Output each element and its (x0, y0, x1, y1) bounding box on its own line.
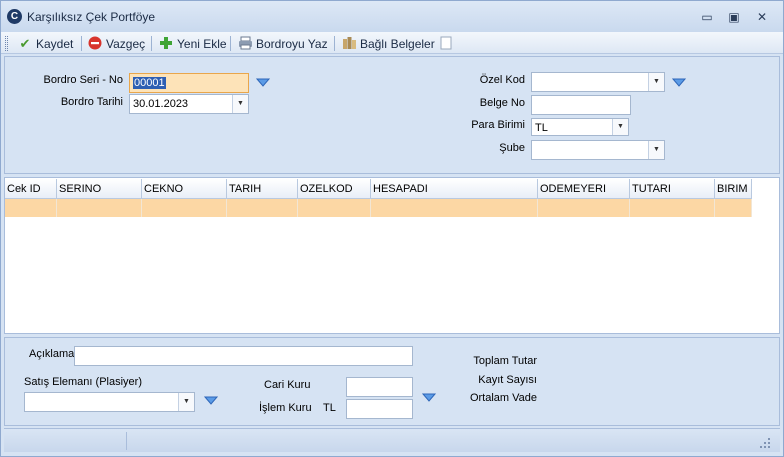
table-cell[interactable] (57, 199, 142, 217)
cancel-button-label: Vazgeç (106, 36, 146, 51)
belge-no-label: Belge No (479, 97, 525, 109)
belge-no-input[interactable] (531, 95, 631, 115)
para-birimi-combo[interactable]: TL ▼ (531, 118, 629, 136)
add-new-button-label: Yeni Ekle (177, 36, 227, 51)
add-new-button[interactable]: Yeni Ekle (158, 35, 227, 52)
bordro-seri-label: Bordro Seri - No (43, 74, 123, 86)
column-header-cekno[interactable]: CEKNO (142, 179, 227, 199)
table-cell[interactable] (142, 199, 227, 217)
document-icon (438, 36, 454, 52)
aciklama-input[interactable] (74, 346, 413, 366)
bordro-seri-value: 00001 (133, 77, 166, 89)
para-birimi-value: TL (535, 122, 548, 134)
toolbar-separator (81, 36, 82, 51)
table-cell[interactable] (371, 199, 538, 217)
satis-elemani-lookup-icon[interactable] (203, 396, 219, 406)
toolbar-separator (334, 36, 335, 51)
kayit-sayisi-label: Kayıt Sayısı (478, 374, 537, 386)
ozel-kod-lookup-icon[interactable] (671, 78, 687, 88)
attachments-icon (341, 36, 357, 52)
title-bar: C Karşılıksız Çek Portföye ▭ ▣ ✕ (1, 1, 783, 32)
printer-icon (237, 36, 253, 52)
chevron-down-icon[interactable]: ▼ (648, 73, 664, 91)
cari-kuru-label: Cari Kuru (264, 379, 311, 391)
print-button-label: Bordroyu Yaz (256, 36, 328, 51)
save-button[interactable]: ✔ Kaydet (17, 35, 74, 52)
satis-elemani-combo[interactable]: ▼ (24, 392, 195, 412)
table-cell[interactable] (538, 199, 630, 217)
satis-elemani-label: Satış Elemanı (Plasiyer) (24, 376, 142, 388)
chevron-down-icon[interactable]: ▼ (648, 141, 664, 159)
chevron-down-icon[interactable]: ▼ (232, 95, 248, 113)
grid-header: Cek ID SERINO CEKNO TARIH OZELKOD HESAPA… (5, 179, 752, 199)
islem-kuru-input[interactable] (346, 399, 413, 419)
chevron-down-icon[interactable]: ▼ (178, 393, 194, 411)
sube-label: Şube (499, 142, 525, 154)
table-cell[interactable] (715, 199, 752, 217)
toolbar-grip[interactable] (5, 36, 8, 51)
column-header-cek-id[interactable]: Cek ID (5, 179, 57, 199)
para-birimi-label: Para Birimi (471, 119, 525, 131)
table-cell[interactable] (5, 199, 57, 217)
chevron-down-icon[interactable]: ▼ (612, 119, 628, 135)
column-header-serino[interactable]: SERINO (57, 179, 142, 199)
main-window: C Karşılıksız Çek Portföye ▭ ▣ ✕ ✔ Kayde… (0, 0, 784, 457)
document-button[interactable] (438, 35, 457, 52)
bordro-tarihi-value: 30.01.2023 (133, 98, 189, 110)
column-header-tutari[interactable]: TUTARI (630, 179, 715, 199)
bordro-tarihi-date-picker[interactable]: 30.01.2023 ▼ (129, 94, 249, 114)
ortalam-vade-label: Ortalam Vade (469, 392, 537, 404)
print-button[interactable]: Bordroyu Yaz (237, 35, 328, 52)
status-bar-separator (126, 432, 127, 450)
checkmark-icon: ✔ (19, 35, 31, 51)
window-title: Karşılıksız Çek Portföye (27, 10, 156, 24)
table-cell[interactable] (630, 199, 715, 217)
minimize-button[interactable]: ▭ (698, 9, 716, 25)
toolbar: ✔ Kaydet Vazgeç Yeni Ekle Bordroyu Yaz B… (1, 32, 783, 54)
column-header-tarih[interactable]: TARIH (227, 179, 298, 199)
column-header-birim[interactable]: BIRIM (715, 179, 752, 199)
islem-kuru-label: İşlem Kuru (259, 402, 312, 414)
column-header-odemeyeri[interactable]: ODEMEYERI (538, 179, 630, 199)
plus-icon (158, 36, 174, 52)
toolbar-separator (230, 36, 231, 51)
kur-lookup-icon[interactable] (421, 393, 437, 403)
checks-grid[interactable]: Cek ID SERINO CEKNO TARIH OZELKOD HESAPA… (4, 177, 780, 334)
toplam-tutar-label: Toplam Tutar (473, 355, 537, 367)
resize-grip-icon[interactable] (759, 437, 771, 452)
bordro-tarihi-label: Bordro Tarihi (60, 96, 123, 108)
islem-kuru-currency: TL (323, 402, 336, 414)
table-row[interactable] (5, 199, 752, 217)
cari-kuru-input[interactable] (346, 377, 413, 397)
bordro-seri-lookup-icon[interactable] (255, 78, 271, 88)
save-button-label: Kaydet (36, 36, 74, 51)
maximize-button[interactable]: ▣ (725, 9, 743, 25)
ozel-kod-combo[interactable]: ▼ (531, 72, 665, 92)
status-bar (4, 428, 780, 452)
cancel-button[interactable]: Vazgeç (87, 35, 145, 52)
header-form-panel: Bordro Seri - No 00001 Bordro Tarihi 30.… (4, 56, 780, 174)
attachments-button[interactable]: Bağlı Belgeler (341, 35, 435, 52)
sube-combo[interactable]: ▼ (531, 140, 665, 160)
aciklama-label: Açıklama (29, 348, 75, 360)
footer-form-panel: Açıklama Satış Elemanı (Plasiyer) ▼ Cari… (4, 337, 780, 426)
column-header-ozelkod[interactable]: OZELKOD (298, 179, 371, 199)
toolbar-separator (151, 36, 152, 51)
stop-icon (87, 36, 103, 52)
close-button[interactable]: ✕ (753, 9, 771, 25)
table-cell[interactable] (298, 199, 371, 217)
app-logo-icon: C (7, 9, 22, 24)
attachments-button-label: Bağlı Belgeler (360, 36, 435, 51)
bordro-seri-input[interactable]: 00001 (129, 73, 249, 93)
table-cell[interactable] (227, 199, 298, 217)
column-header-hesapadi[interactable]: HESAPADI (371, 179, 538, 199)
ozel-kod-label: Özel Kod (479, 74, 525, 86)
